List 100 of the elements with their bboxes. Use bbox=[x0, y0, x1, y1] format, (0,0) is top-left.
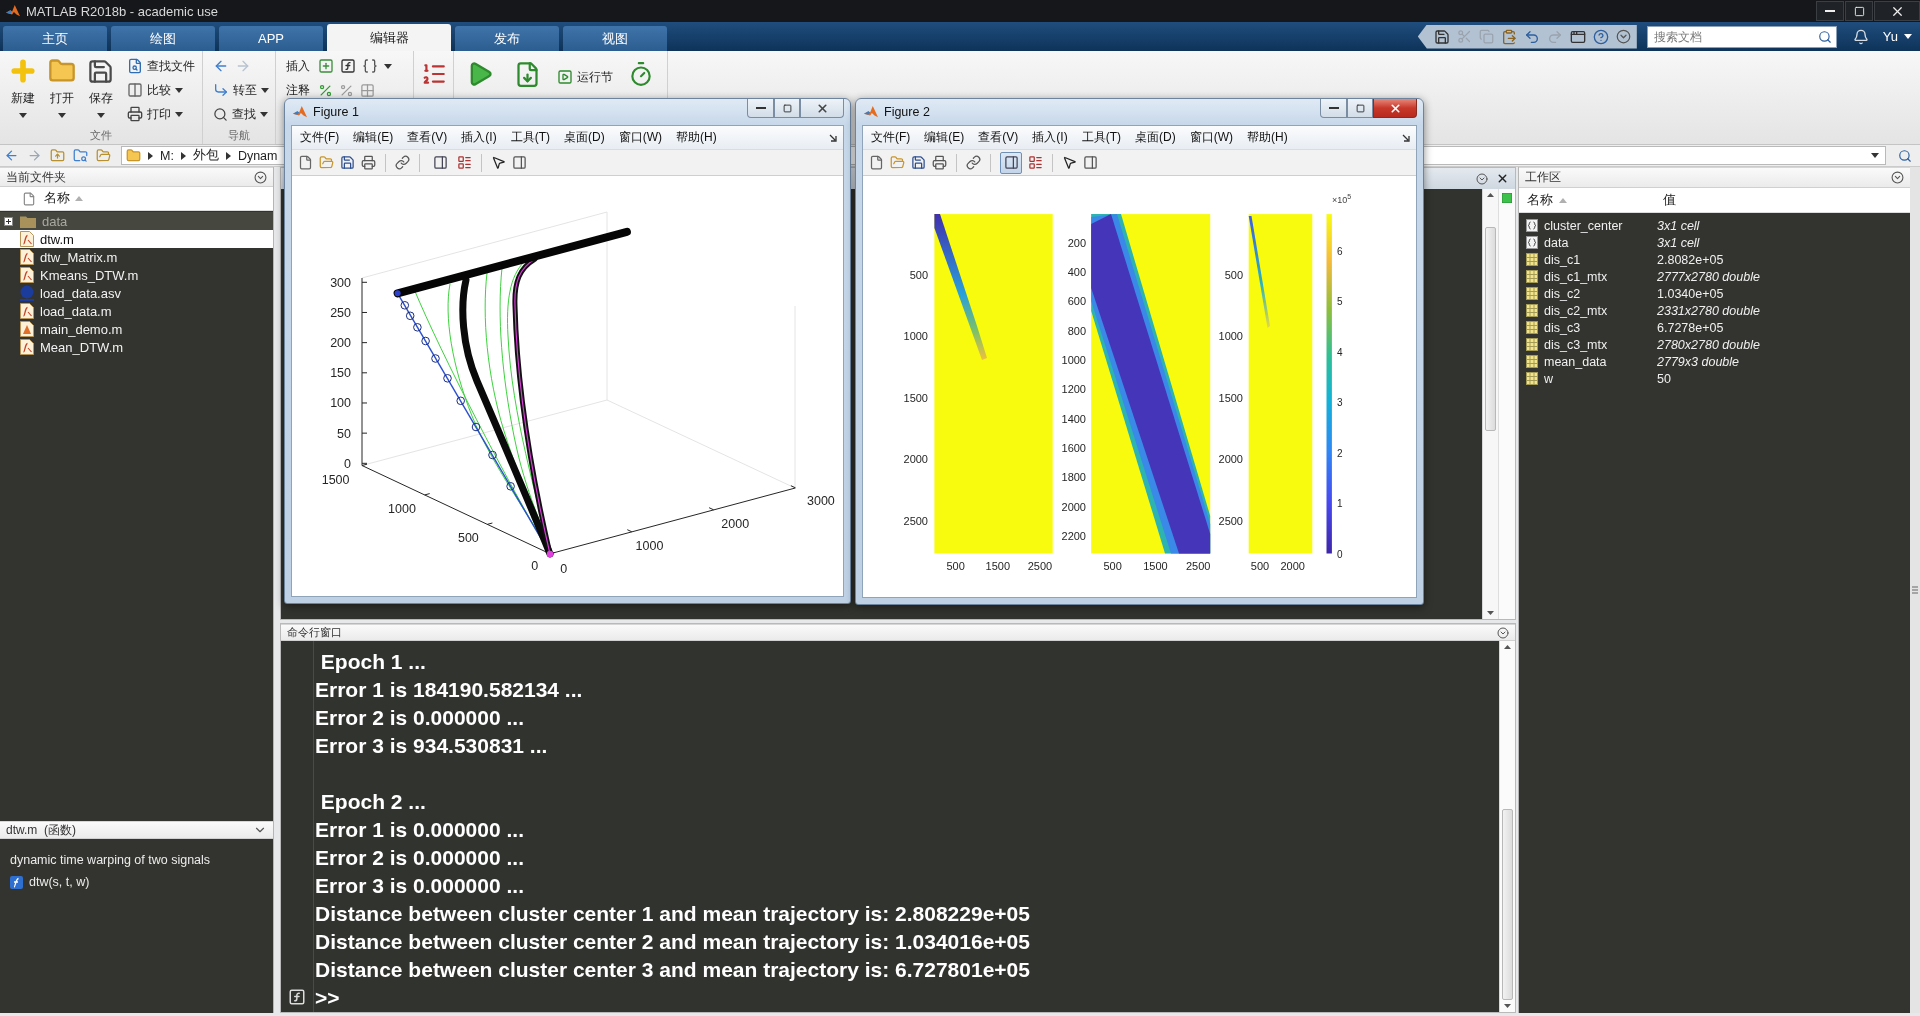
column-title[interactable]: 名称 bbox=[44, 190, 70, 207]
minimize-button[interactable] bbox=[1816, 1, 1844, 21]
list-icon[interactable] bbox=[1028, 155, 1043, 170]
scrollbar-thumb[interactable] bbox=[1485, 227, 1496, 431]
scrollbar[interactable] bbox=[1482, 189, 1498, 619]
menu-item[interactable]: 工具(T) bbox=[1081, 129, 1121, 146]
search-icon[interactable] bbox=[1898, 148, 1912, 163]
menu-item[interactable]: 桌面(D) bbox=[564, 129, 605, 146]
scroll-down-icon[interactable] bbox=[1504, 1004, 1511, 1008]
ribbon-tab[interactable]: 绘图 bbox=[111, 26, 215, 51]
menu-item[interactable]: 桌面(D) bbox=[1135, 129, 1176, 146]
close-button[interactable] bbox=[1874, 1, 1920, 21]
dropdown-icon[interactable] bbox=[1615, 29, 1631, 44]
variable-name[interactable]: dis_c3_mtx bbox=[1544, 337, 1657, 352]
expand-icon[interactable] bbox=[4, 216, 13, 226]
menu-item[interactable]: 窗口(W) bbox=[618, 129, 662, 146]
scroll-up-icon[interactable] bbox=[1487, 193, 1494, 197]
help-icon[interactable] bbox=[1592, 28, 1609, 45]
file-list-item[interactable]: dtw_Matrix.m bbox=[0, 248, 273, 266]
menu-item[interactable]: 编辑(E) bbox=[924, 129, 965, 146]
file-list-item[interactable]: dtw.m bbox=[0, 230, 273, 248]
undo-icon[interactable] bbox=[1523, 28, 1540, 45]
menu-item[interactable]: 工具(T) bbox=[510, 129, 550, 146]
diagonal-arrow-icon[interactable] bbox=[1402, 133, 1410, 142]
ribbon-button[interactable]: 保存 bbox=[82, 54, 119, 127]
paste-icon[interactable] bbox=[1500, 28, 1517, 45]
dropdown-icon[interactable] bbox=[1497, 626, 1509, 639]
close-button[interactable] bbox=[1373, 99, 1417, 118]
function-icon[interactable] bbox=[340, 58, 356, 74]
file-list-item[interactable]: load_data.m bbox=[0, 302, 273, 320]
scroll-up-icon[interactable] bbox=[1504, 645, 1511, 649]
ribbon-button[interactable]: 打开 bbox=[43, 54, 80, 127]
scrollbar[interactable] bbox=[1499, 641, 1515, 1012]
panel-icon[interactable] bbox=[512, 155, 527, 170]
menu-item[interactable]: 编辑(E) bbox=[353, 129, 394, 146]
ribbon-button[interactable]: 转至 bbox=[210, 78, 272, 102]
path-segment[interactable]: M: bbox=[160, 148, 174, 163]
menu-item[interactable]: 文件(F) bbox=[871, 129, 911, 146]
scrollbar-thumb[interactable] bbox=[1502, 809, 1513, 1000]
percent-icon[interactable] bbox=[318, 82, 333, 98]
minimize-button[interactable] bbox=[747, 99, 774, 118]
maximize-button[interactable] bbox=[1845, 1, 1873, 21]
ribbon-button[interactable]: 查找 bbox=[210, 102, 272, 126]
dropdown-icon[interactable] bbox=[1891, 171, 1904, 184]
save-icon[interactable] bbox=[911, 155, 926, 170]
panel-toggle-button[interactable] bbox=[1000, 151, 1022, 174]
pointer-icon[interactable] bbox=[491, 155, 506, 170]
column-title[interactable]: 值 bbox=[1663, 191, 1676, 209]
file-list-item[interactable]: data bbox=[0, 212, 273, 230]
ribbon-tab[interactable]: APP bbox=[219, 26, 323, 51]
window-icon[interactable] bbox=[1569, 28, 1586, 45]
ribbon-tab[interactable]: 发布 bbox=[455, 26, 559, 51]
menu-item[interactable]: 插入(I) bbox=[1032, 129, 1068, 146]
search-icon[interactable] bbox=[1817, 29, 1832, 44]
menu-item[interactable]: 帮助(H) bbox=[676, 129, 717, 146]
save-icon[interactable] bbox=[1433, 28, 1450, 45]
file-list-item[interactable]: main_demo.m bbox=[0, 320, 273, 338]
menu-item[interactable]: 查看(V) bbox=[978, 129, 1019, 146]
menu-item[interactable]: 文件(F) bbox=[300, 129, 340, 146]
file-list-item[interactable]: Mean_DTW.m bbox=[0, 338, 273, 356]
diagonal-arrow-icon[interactable] bbox=[829, 133, 837, 142]
ribbon-button[interactable]: 新建 bbox=[4, 54, 41, 127]
link-icon[interactable] bbox=[395, 155, 410, 170]
link-icon[interactable] bbox=[966, 155, 981, 170]
print-icon[interactable] bbox=[932, 155, 947, 170]
ribbon-tab[interactable]: 编辑器 bbox=[327, 24, 451, 51]
file-list-item[interactable]: load_data.asv bbox=[0, 284, 273, 302]
braces-icon[interactable] bbox=[362, 58, 378, 74]
variable-name[interactable]: mean_data bbox=[1544, 354, 1657, 369]
variable-name[interactable]: dis_c1 bbox=[1544, 252, 1657, 267]
variable-name[interactable]: dis_c2_mtx bbox=[1544, 303, 1657, 318]
variable-name[interactable]: cluster_center bbox=[1544, 218, 1657, 233]
ribbon-button[interactable]: 比较 bbox=[124, 78, 198, 102]
command-prompt[interactable]: >> bbox=[315, 984, 340, 1012]
folder-up-icon[interactable] bbox=[50, 148, 65, 163]
save-icon[interactable] bbox=[340, 155, 355, 170]
grid-icon[interactable] bbox=[360, 82, 375, 98]
ribbon-button[interactable]: 查找文件 bbox=[124, 54, 198, 78]
variable-name[interactable]: data bbox=[1544, 235, 1657, 250]
variable-name[interactable]: dis_c3 bbox=[1544, 320, 1657, 335]
folder-search-icon[interactable] bbox=[73, 148, 88, 163]
dropdown-icon[interactable] bbox=[254, 170, 267, 184]
ribbon-button[interactable]: 打印 bbox=[124, 102, 198, 126]
menu-item[interactable]: 窗口(W) bbox=[1189, 129, 1233, 146]
variable-name[interactable]: w bbox=[1544, 371, 1657, 386]
menu-item[interactable]: 帮助(H) bbox=[1247, 129, 1288, 146]
path-segment[interactable]: Dynam bbox=[237, 148, 278, 163]
panel-icon[interactable] bbox=[1083, 155, 1098, 170]
column-title[interactable]: 名称 bbox=[1527, 191, 1553, 209]
file-list-item[interactable]: Kmeans_DTW.m bbox=[0, 266, 273, 284]
variable-name[interactable]: dis_c2 bbox=[1544, 286, 1657, 301]
grip-icon[interactable] bbox=[1912, 585, 1918, 595]
menu-item[interactable]: 查看(V) bbox=[407, 129, 448, 146]
user-menu[interactable]: Yu bbox=[1872, 29, 1920, 44]
search-field[interactable]: 搜索文档 bbox=[1646, 25, 1837, 48]
list-icon[interactable] bbox=[457, 155, 472, 170]
new-file-icon[interactable] bbox=[869, 155, 884, 170]
bell-icon[interactable] bbox=[1852, 28, 1869, 45]
open-folder-icon[interactable] bbox=[96, 148, 111, 163]
path-segment[interactable]: 外包 bbox=[192, 147, 219, 164]
